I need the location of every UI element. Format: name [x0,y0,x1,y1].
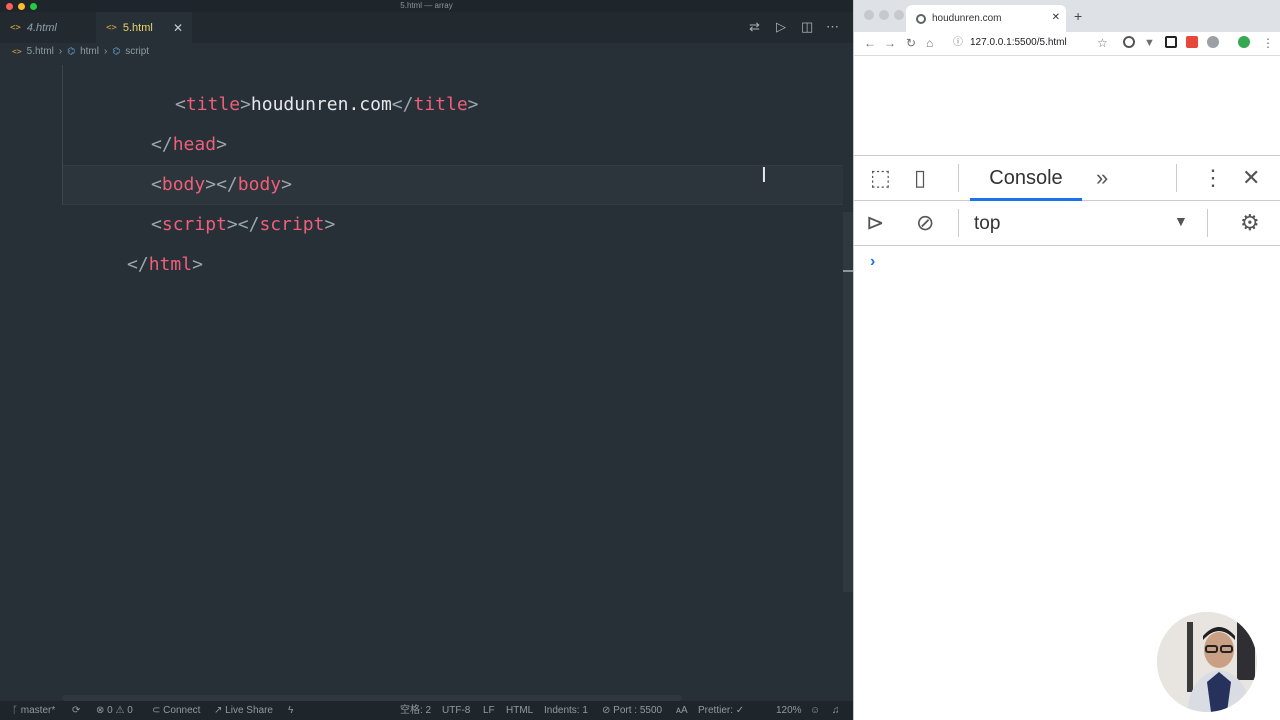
tab-label: 4.html [26,21,57,34]
extension-vue-icon[interactable]: ▼ [1144,35,1155,51]
error-icon: ⊗ [96,705,108,716]
browser-menu-icon[interactable]: ⋮ [1262,35,1274,51]
console-prompt[interactable]: › [870,253,875,271]
prettier-status[interactable]: Prettier: ✓ [698,701,744,720]
context-selector[interactable]: top [974,201,1000,246]
device-toolbar-icon[interactable]: ▯ [914,166,926,190]
show-sidebar-icon[interactable]: ⊳ [866,211,884,235]
browser-tab-title: houdunren.com [932,13,1002,24]
close-devtools-icon[interactable]: ✕ [1242,166,1260,190]
extension-red-icon[interactable] [1186,36,1198,48]
more-actions-icon[interactable]: ⋯ [826,20,839,34]
code-line: <body></body> [151,174,292,195]
bolt-icon[interactable]: ϟ [288,701,293,720]
code-editor: 5.html — array <> 4.html <> 5.html ✕ ⇄ ▷… [0,0,853,720]
clear-console-icon[interactable]: ⊘ [916,211,934,235]
close-window-button[interactable] [864,10,874,20]
gear-icon[interactable]: ⚙ [1240,211,1260,235]
indent-guide [62,65,63,205]
devtools-tab-bar: ⬚ ▯ Console » ⋮ ✕ [854,156,1280,201]
code-icon: <> [10,22,21,33]
editor-titlebar: 5.html — array [0,0,853,12]
tab-label: 5.html [122,21,153,34]
split-editor-icon[interactable]: ◫ [801,20,813,34]
browser-toolbar: ← → ↻ ⌂ ⓘ 127.0.0.1:5500/5.html ☆ ▼ ⋮ [854,32,1280,56]
tab-4-html[interactable]: <> 4.html [0,12,96,43]
zoom-status[interactable]: 120% [776,701,802,720]
maximize-window-button[interactable] [894,10,904,20]
live-share-status[interactable]: ↗ Live Share [214,701,273,720]
extension-gray-icon[interactable] [1207,36,1219,48]
close-tab-icon[interactable]: ✕ [173,21,183,35]
code-line: </html> [127,254,203,275]
port-status[interactable]: ⊘ Port : 5500 [602,701,662,720]
plug-icon: ⊂ [152,705,164,716]
browser-tab-bar: houdunren.com ✕ + [854,0,1280,32]
window-title: 5.html — array [400,1,453,10]
encoding-status[interactable]: UTF-8 [442,701,470,720]
sync-icon[interactable]: ⟳ [72,701,80,720]
problems-status[interactable]: ⊗ 0 ⚠ 0 [96,701,133,720]
vertical-scrollbar[interactable] [843,212,853,592]
share-icon: ↗ [214,705,226,716]
tab-console[interactable]: Console [970,156,1082,201]
code-line: <title>houdunren.com</title> [175,94,479,115]
browser-tab[interactable]: houdunren.com ✕ [906,5,1066,32]
scrollbar-marker [843,270,853,272]
extension-square-icon[interactable] [1165,36,1177,48]
warning-icon: ⚠ [115,705,128,716]
info-icon[interactable]: ⓘ [953,35,963,51]
branch-status[interactable]: ᚴ master* [12,701,55,720]
devtools-menu-icon[interactable]: ⋮ [1202,166,1224,190]
forward-icon[interactable]: → [884,35,896,51]
tab-5-html[interactable]: <> 5.html ✕ [96,12,192,43]
inspect-element-icon[interactable]: ⬚ [870,166,891,190]
avatar[interactable] [1238,36,1250,48]
text-cursor-icon: I [761,163,767,187]
presenter-image [1157,612,1257,712]
bell-icon[interactable]: ♫ [832,701,840,720]
editor-tab-bar: <> 4.html <> 5.html ✕ ⇄ ▷ ◫ ⋯ [0,12,853,43]
git-branch-icon: ᚴ [12,705,21,716]
page-viewport [854,57,1280,155]
chevron-down-icon[interactable]: ▼ [1174,213,1188,229]
status-bar: ᚴ master* ⟳ ⊗ 0 ⚠ 0 ⊂ Connect ↗ Live Sha… [0,701,853,720]
connect-status[interactable]: ⊂ Connect [152,701,200,720]
language-status[interactable]: HTML [506,701,533,720]
address-bar[interactable]: 127.0.0.1:5500/5.html [970,36,1067,50]
code-line: <script></script> [151,214,336,235]
feedback-icon[interactable]: ☺ [810,701,820,720]
home-icon[interactable]: ⌂ [926,35,933,51]
code-icon: <> [106,22,117,33]
webcam-overlay [1157,612,1257,712]
console-toolbar: ⊳ ⊘ top ▼ ⚙ [854,201,1280,246]
code-line: </head> [151,134,227,155]
new-tab-icon[interactable]: + [1074,8,1082,24]
eol-status[interactable]: LF [483,701,495,720]
globe-icon [916,13,926,24]
indents-status[interactable]: Indents: 1 [544,701,588,720]
spaces-status[interactable]: 空格: 2 [400,701,431,720]
more-tabs-icon[interactable]: » [1096,166,1108,190]
bookmark-star-icon[interactable]: ☆ [1097,35,1108,51]
font-size-icon[interactable]: ᴀA [676,701,688,720]
compare-icon[interactable]: ⇄ [749,20,760,34]
extension-icon[interactable] [1123,36,1135,48]
radio-icon: ⊘ [602,705,614,716]
reload-icon[interactable]: ↻ [906,35,916,51]
minimize-window-button[interactable] [879,10,889,20]
code-area[interactable]: <title>houdunren.com</title> </head> <bo… [0,45,843,690]
close-tab-icon[interactable]: ✕ [1052,12,1060,23]
run-icon[interactable]: ▷ [776,20,786,34]
back-icon[interactable]: ← [864,35,876,51]
